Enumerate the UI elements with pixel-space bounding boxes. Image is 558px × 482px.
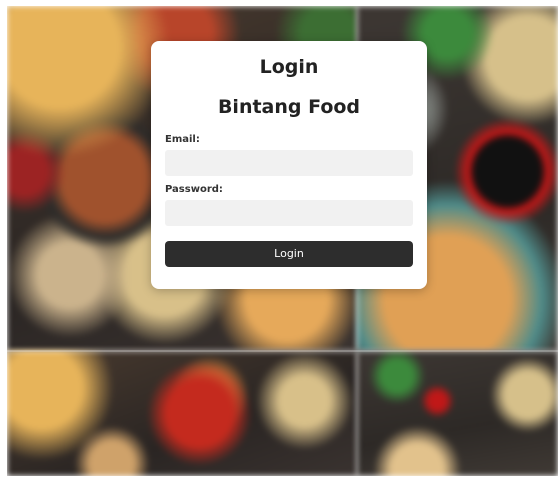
login-button[interactable]: Login xyxy=(165,241,413,267)
background-image-tile xyxy=(7,351,357,476)
email-field[interactable] xyxy=(165,150,413,176)
food-background: Login Bintang Food Email: Password: Logi… xyxy=(7,6,558,476)
brand-name: Bintang Food xyxy=(217,96,361,118)
password-field[interactable] xyxy=(165,200,413,226)
background-image-tile xyxy=(357,351,558,476)
tile-seam xyxy=(7,350,558,352)
login-title: Login xyxy=(259,56,319,78)
password-label: Password: xyxy=(165,184,223,195)
email-label: Email: xyxy=(165,134,200,145)
login-card: Login Bintang Food Email: Password: Logi… xyxy=(151,41,427,289)
